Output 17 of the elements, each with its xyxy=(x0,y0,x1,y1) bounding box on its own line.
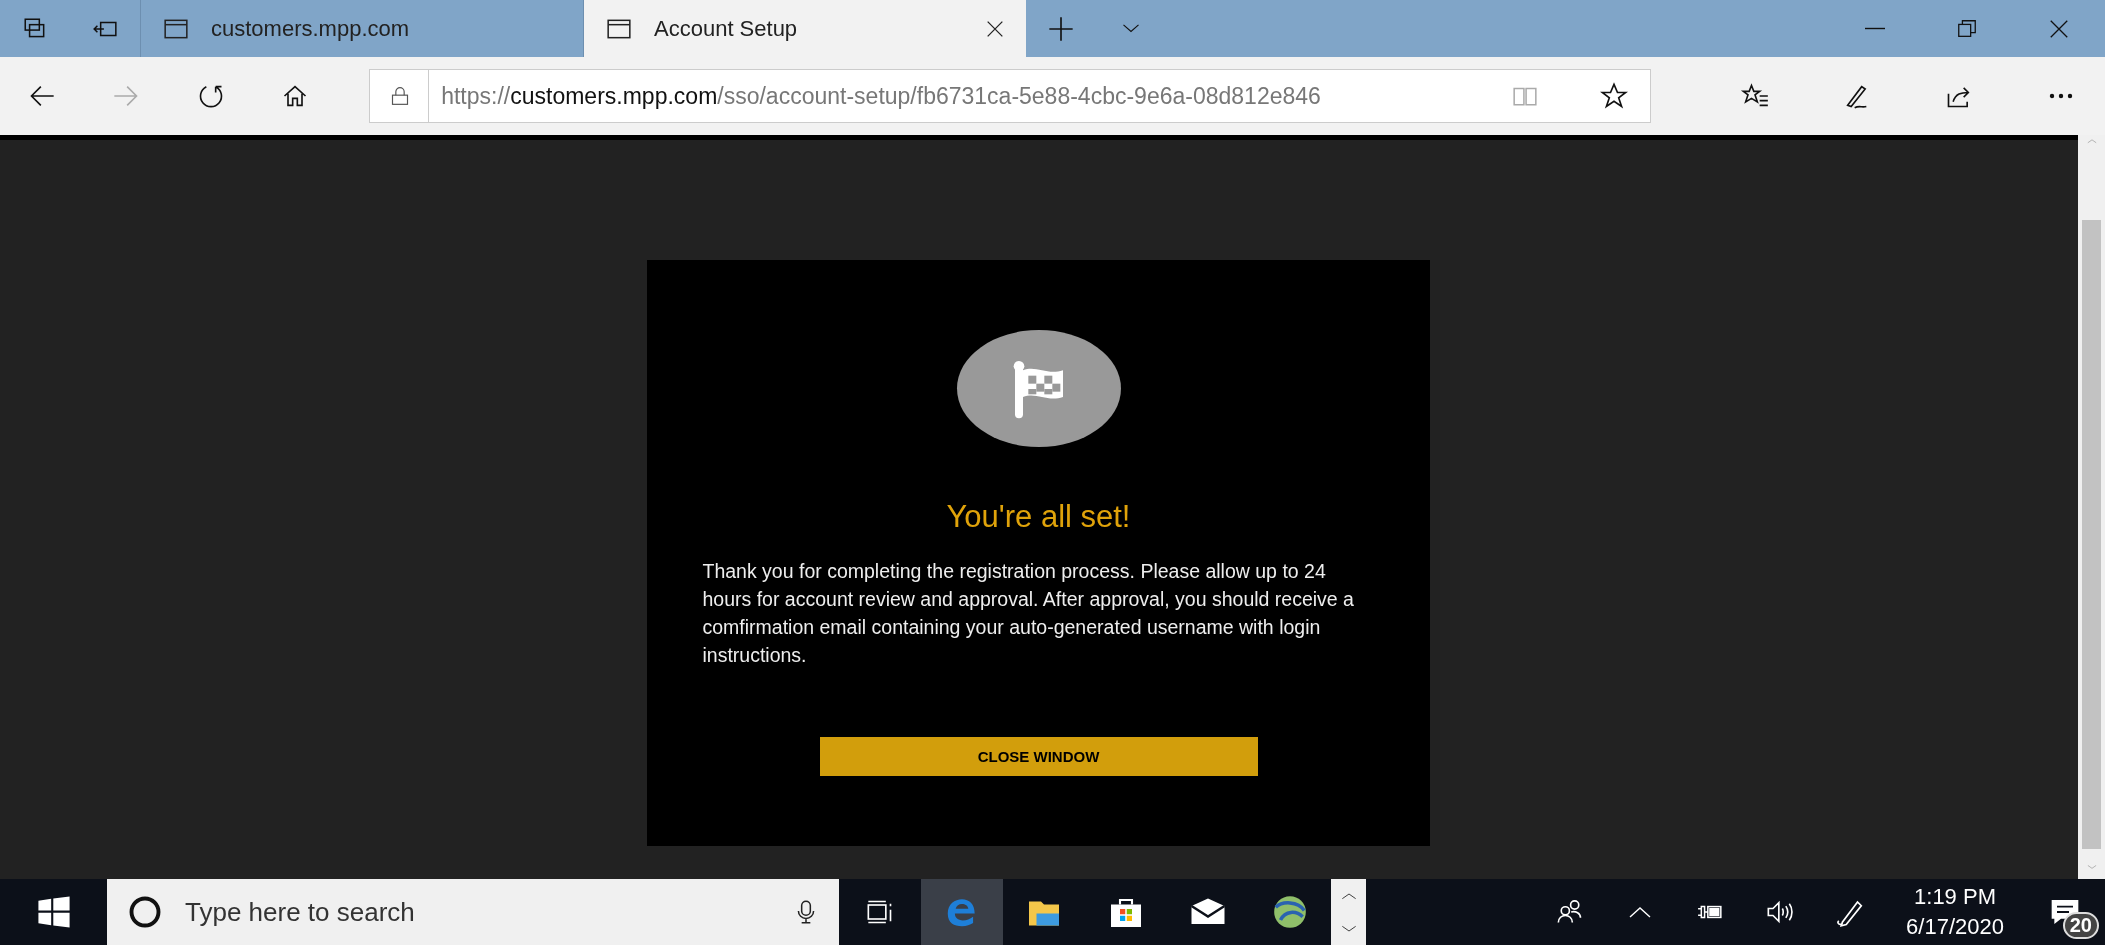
cortana-circle-icon xyxy=(127,894,163,930)
chevron-down-icon xyxy=(1340,923,1357,934)
restore-icon xyxy=(1956,17,1978,40)
address-bar[interactable]: https://customers.mpp.com/sso/account-setup/fb6731ca-5e88-4cbc-9e6a-08d812e846 xyxy=(369,69,1651,123)
notification-count: 20 xyxy=(2062,912,2099,939)
windows-logo-icon xyxy=(36,895,71,929)
clock[interactable]: 1:19 PM 6/17/2020 xyxy=(1885,879,2025,945)
action-center-button[interactable]: 20 xyxy=(2025,879,2105,945)
dialog-message: Thank you for completing the registration process. Please allow up to 24 hours for account review and approval. After approval, you should receive a comfirmation email containing your auto-generated username with login instructions. xyxy=(702,559,1355,668)
favorite-star-icon[interactable] xyxy=(1600,82,1628,110)
search-field[interactable]: Type here to search xyxy=(107,879,839,945)
dialog-title: You're all set! xyxy=(946,499,1131,535)
close-window-button[interactable]: CLOSE WINDOW xyxy=(819,737,1258,776)
plus-icon xyxy=(1047,14,1075,43)
lock-icon xyxy=(390,84,411,108)
minimize-icon xyxy=(1863,27,1887,30)
browser-tab[interactable]: Account Setup xyxy=(583,0,1026,57)
